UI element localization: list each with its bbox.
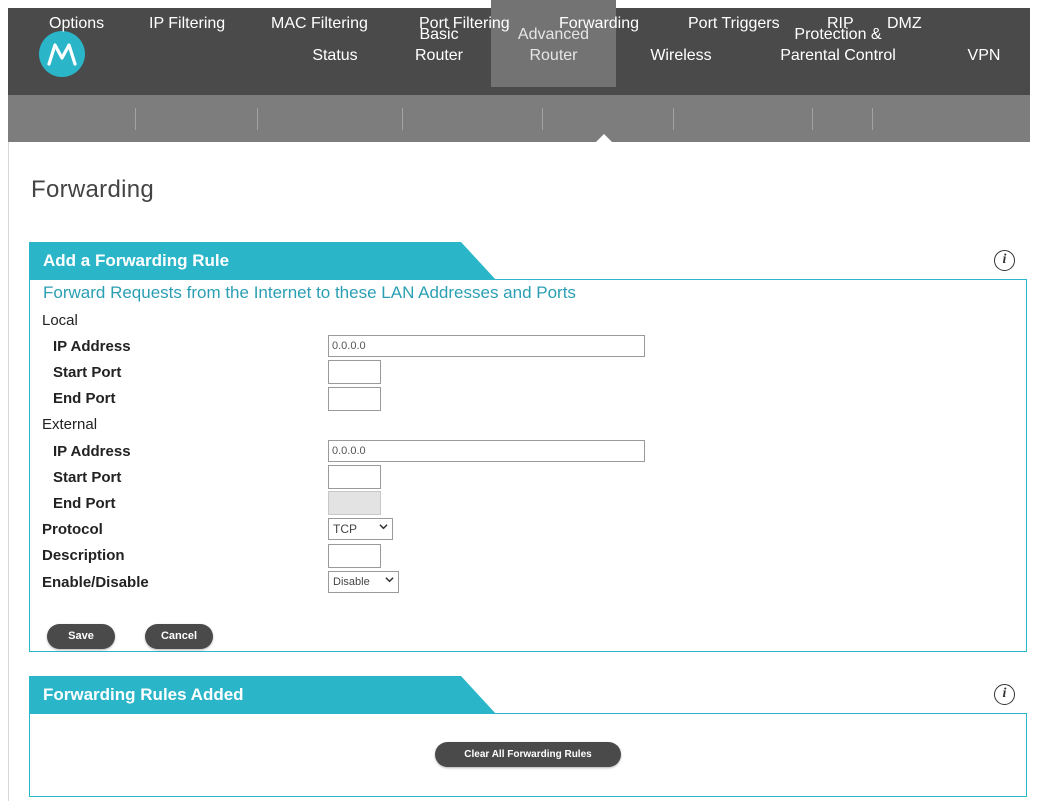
local-section-label: Local bbox=[42, 312, 78, 329]
cancel-button[interactable]: Cancel bbox=[145, 624, 213, 649]
tab-vpn-label: VPN bbox=[967, 47, 1001, 64]
subtab-options[interactable]: Options bbox=[49, 0, 104, 47]
subtab-mac-filtering[interactable]: MAC Filtering bbox=[271, 0, 368, 47]
subnav-divider bbox=[135, 108, 136, 130]
tab-vpn[interactable]: VPN bbox=[955, 0, 1013, 87]
subtab-forwarding[interactable]: Forwarding bbox=[559, 0, 639, 47]
add-rule-header: Add a Forwarding Rule bbox=[29, 242, 496, 280]
external-end-port-input-disabled bbox=[328, 491, 381, 515]
protocol-select[interactable]: TCP bbox=[328, 518, 393, 540]
save-button[interactable]: Save bbox=[47, 624, 115, 649]
chevron-down-icon bbox=[379, 524, 388, 530]
subtab-dmz[interactable]: DMZ bbox=[887, 0, 922, 47]
subtab-port-triggers[interactable]: Port Triggers bbox=[688, 0, 780, 47]
local-end-port-input[interactable] bbox=[328, 387, 381, 411]
tab-wireless-label: Wireless bbox=[650, 47, 712, 64]
local-start-port-input[interactable] bbox=[328, 360, 381, 384]
enable-disable-select-value: Disable bbox=[333, 576, 370, 588]
local-end-port-label: End Port bbox=[53, 390, 116, 407]
protocol-label: Protocol bbox=[42, 521, 103, 538]
subnav-divider bbox=[673, 108, 674, 130]
enable-disable-label: Enable/Disable bbox=[42, 574, 149, 591]
add-rule-subheading: Forward Requests from the Internet to th… bbox=[43, 283, 576, 302]
local-ip-input[interactable]: 0.0.0.0 bbox=[328, 335, 645, 357]
enable-disable-select[interactable]: Disable bbox=[328, 571, 399, 593]
rules-added-info-icon[interactable]: i bbox=[994, 684, 1015, 705]
sub-nav bbox=[8, 95, 1030, 142]
chevron-down-icon bbox=[385, 577, 394, 583]
description-label: Description bbox=[42, 547, 125, 564]
external-start-port-input[interactable] bbox=[328, 465, 381, 489]
subnav-divider bbox=[402, 108, 403, 130]
active-subtab-indicator bbox=[596, 134, 612, 142]
external-end-port-label: End Port bbox=[53, 495, 116, 512]
protocol-select-value: TCP bbox=[333, 522, 357, 536]
rules-added-header: Forwarding Rules Added bbox=[29, 676, 496, 714]
subnav-divider bbox=[257, 108, 258, 130]
tab-status-label: Status bbox=[312, 47, 358, 64]
external-ip-label: IP Address bbox=[53, 443, 131, 460]
subtab-ip-filtering[interactable]: IP Filtering bbox=[149, 0, 225, 47]
subnav-divider bbox=[812, 108, 813, 130]
subtab-port-filtering[interactable]: Port Filtering bbox=[419, 0, 510, 47]
description-input[interactable] bbox=[328, 544, 381, 568]
external-start-port-label: Start Port bbox=[53, 469, 122, 486]
subtab-rip[interactable]: RIP bbox=[827, 0, 854, 47]
clear-all-forwarding-rules-button[interactable]: Clear All Forwarding Rules bbox=[435, 742, 621, 767]
add-rule-info-icon[interactable]: i bbox=[994, 250, 1015, 271]
external-section-label: External bbox=[42, 416, 98, 433]
subnav-divider bbox=[542, 108, 543, 130]
page-title: Forwarding bbox=[31, 176, 155, 203]
subnav-divider bbox=[872, 108, 873, 130]
local-ip-label: IP Address bbox=[53, 338, 131, 355]
local-start-port-label: Start Port bbox=[53, 364, 122, 381]
external-ip-input[interactable]: 0.0.0.0 bbox=[328, 440, 645, 462]
